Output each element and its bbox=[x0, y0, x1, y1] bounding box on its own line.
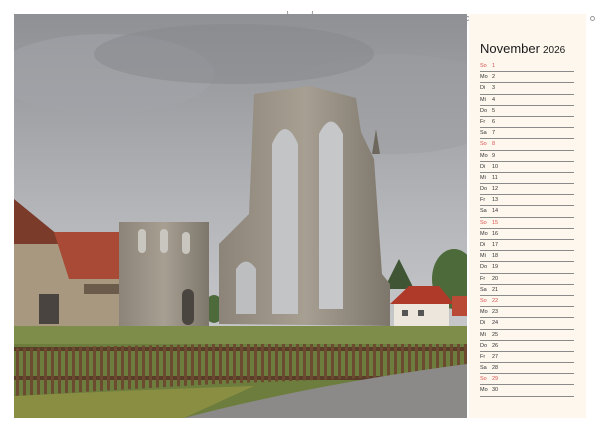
day-number: 28 bbox=[492, 365, 499, 372]
day-number: 25 bbox=[492, 331, 499, 338]
weekday-label: Do bbox=[480, 264, 488, 271]
day-number: 22 bbox=[492, 297, 499, 304]
weekday-label: Do bbox=[480, 342, 488, 349]
weekday-label: Di bbox=[480, 85, 486, 92]
day-row: Sa 7 bbox=[480, 128, 574, 140]
day-row: Di 17 bbox=[480, 240, 574, 252]
day-number: 11 bbox=[492, 174, 498, 181]
weekday-label: Mi bbox=[480, 174, 486, 181]
weekday-label: Sa bbox=[480, 208, 487, 215]
day-number: 15 bbox=[492, 219, 499, 226]
day-row: Sa 21 bbox=[480, 285, 574, 296]
day-number: 13 bbox=[492, 197, 499, 204]
weekday-label: Mo bbox=[480, 74, 488, 81]
day-number: 16 bbox=[492, 230, 499, 237]
day-number: 8 bbox=[492, 141, 496, 148]
day-number: 3 bbox=[492, 85, 496, 92]
day-row: Mo 2 bbox=[480, 72, 574, 84]
day-number: 23 bbox=[492, 309, 499, 316]
day-number: 1 bbox=[492, 63, 496, 69]
day-number: 30 bbox=[492, 387, 499, 394]
weekday-label: So bbox=[480, 141, 487, 148]
day-row: Di 10 bbox=[480, 162, 574, 173]
weekday-label: Fr bbox=[480, 197, 486, 204]
day-row: Mo 16 bbox=[480, 229, 574, 240]
day-row: So 29 bbox=[480, 374, 574, 386]
month-title: November 2026 bbox=[480, 41, 565, 56]
day-row: Do 19 bbox=[480, 262, 574, 274]
calendar-page: November 2026 So 1 Mo 2 Di 3 Mi 4 Do 5 Fr 6 Sa 7 So 8 Mo 9… bbox=[0, 0, 600, 432]
weekday-label: So bbox=[480, 219, 487, 226]
day-number: 20 bbox=[492, 275, 499, 282]
day-row: Fr 20 bbox=[480, 274, 574, 285]
weekday-label: Sa bbox=[480, 365, 487, 372]
day-number: 9 bbox=[492, 152, 496, 159]
weekday-label: Sa bbox=[480, 130, 487, 137]
weekday-label: Mi bbox=[480, 253, 486, 260]
weekday-label: Mo bbox=[480, 309, 488, 316]
day-row: Fr 13 bbox=[480, 195, 574, 207]
weekday-label: Mo bbox=[480, 152, 488, 159]
binding-hole-icon bbox=[589, 16, 595, 21]
weekday-label: Fr bbox=[480, 353, 486, 360]
monastery-ruin-photo bbox=[14, 14, 467, 418]
weekday-label: So bbox=[480, 297, 487, 304]
day-row: Mo 30 bbox=[480, 385, 574, 397]
day-number: 29 bbox=[492, 376, 499, 383]
day-row: Mi 18 bbox=[480, 251, 574, 263]
day-number: 6 bbox=[492, 118, 496, 125]
day-number: 10 bbox=[492, 163, 499, 170]
day-row: So 1 bbox=[480, 61, 574, 73]
day-row: So 8 bbox=[480, 139, 574, 151]
day-row: So 22 bbox=[480, 296, 574, 308]
day-number: 24 bbox=[492, 320, 499, 327]
weekday-label: Do bbox=[480, 186, 488, 193]
day-row: Do 5 bbox=[480, 106, 574, 117]
day-row: Mi 11 bbox=[480, 173, 574, 185]
day-number: 19 bbox=[492, 264, 499, 271]
weekday-label: So bbox=[480, 63, 487, 69]
day-number: 27 bbox=[492, 353, 499, 360]
day-number: 12 bbox=[492, 186, 499, 193]
weekday-label: Di bbox=[480, 242, 486, 248]
weekday-label: Mo bbox=[480, 230, 488, 237]
day-number: 14 bbox=[492, 208, 499, 215]
day-row: Do 12 bbox=[480, 184, 574, 196]
weekday-label: Mi bbox=[480, 331, 486, 338]
day-row: Di 24 bbox=[480, 318, 574, 330]
day-number: 18 bbox=[492, 253, 499, 260]
day-row: Do 26 bbox=[480, 341, 574, 352]
day-number: 7 bbox=[492, 130, 496, 137]
weekday-label: Di bbox=[480, 163, 486, 170]
calendar-panel: November 2026 So 1 Mo 2 Di 3 Mi 4 Do 5 Fr 6 Sa 7 So 8 Mo 9… bbox=[469, 14, 586, 418]
day-number: 21 bbox=[492, 286, 499, 293]
day-row: So 15 bbox=[480, 218, 574, 229]
day-row: Mi 4 bbox=[480, 95, 574, 106]
day-row: Sa 14 bbox=[480, 206, 574, 218]
month-name: November bbox=[480, 41, 540, 56]
day-number: 2 bbox=[492, 74, 496, 81]
day-row: Fr 6 bbox=[480, 117, 574, 129]
day-row: Mo 23 bbox=[480, 307, 574, 319]
weekday-label: Di bbox=[480, 320, 486, 327]
day-row: Mi 25 bbox=[480, 330, 574, 341]
weekday-label: Fr bbox=[480, 275, 486, 282]
weekday-label: Do bbox=[480, 107, 488, 114]
day-number: 17 bbox=[492, 242, 499, 248]
day-list: So 1 Mo 2 Di 3 Mi 4 Do 5 Fr 6 Sa 7 So 8 Mo 9 Di 10 Mi 11 Do 12 F… bbox=[480, 61, 574, 397]
day-number: 4 bbox=[492, 96, 496, 103]
weekday-label: Sa bbox=[480, 286, 487, 293]
weekday-label: So bbox=[480, 376, 487, 383]
weekday-label: Mi bbox=[480, 96, 486, 103]
day-row: Sa 28 bbox=[480, 363, 574, 375]
year-label: 2026 bbox=[542, 45, 566, 56]
day-number: 26 bbox=[492, 342, 499, 349]
weekday-label: Mo bbox=[480, 387, 488, 394]
day-row: Di 3 bbox=[480, 83, 574, 95]
day-number: 5 bbox=[492, 107, 496, 114]
weekday-label: Fr bbox=[480, 118, 486, 125]
day-row: Mo 9 bbox=[480, 151, 574, 162]
day-row: Fr 27 bbox=[480, 352, 574, 364]
